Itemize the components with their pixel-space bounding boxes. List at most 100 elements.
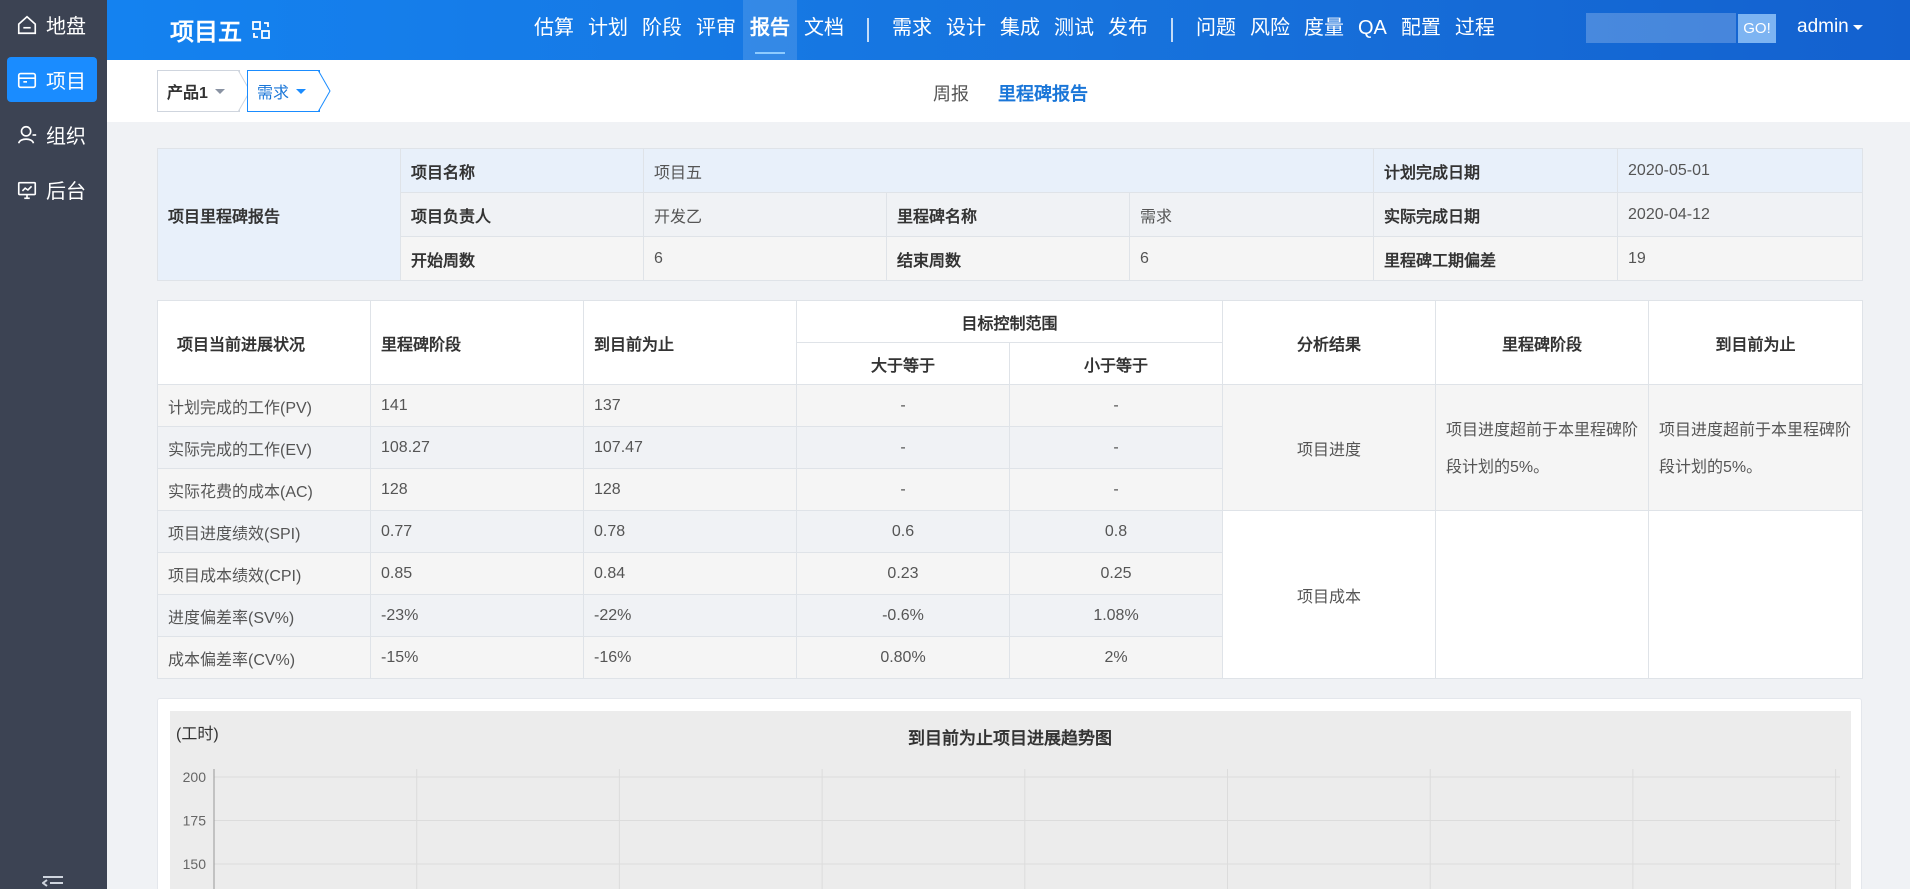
sidebar-item-project[interactable]: 项目 [7,57,97,102]
trend-chart-area: 200 175 150 (工时) 到目前为止项目进展趋势图 [170,711,1851,889]
chevron-down-icon [296,88,307,94]
table-row: 项目进度绩效(SPI) 0.77 0.78 0.6 0.8 项目成本 [157,510,1864,679]
metric-lte: - [1008,384,1224,427]
user-menu[interactable]: admin [1797,16,1863,38]
metric-name: 实际完成的工作(EV) [157,426,371,469]
progress-status-table: 项目当前进展状况 里程碑阶段 到目前为止 目标控制范围 分析结果 里程碑阶段 到… [157,300,1864,679]
plan-finish-value: 2020-05-01 [1617,148,1864,193]
header-target-range: 目标控制范围 [795,300,1224,343]
metric-gte: - [796,426,1010,469]
owner-label: 项目负责人 [400,192,644,237]
main-nav: 估算 计划 阶段 评审 报告 文档 需求 设计 集成 测试 发布 问题 风险 度… [527,0,1502,60]
metric-lte: 0.25 [1008,552,1224,595]
chevron-down-icon [214,88,225,94]
switch-project-icon[interactable] [252,20,270,39]
start-week-label: 开始周数 [400,236,644,281]
metric-gte: -0.6% [796,594,1010,637]
analysis-cost: 项目成本 [1222,510,1437,679]
sidebar-item-organization[interactable]: 组织 [7,112,97,157]
metric-to-date: 128 [583,468,797,511]
sidebar: 地盘 项目 组织 后台 [0,0,107,889]
metric-stage: 128 [370,468,584,511]
plan-finish-label: 计划完成日期 [1373,148,1619,193]
section-label: 项目里程碑报告 [157,148,401,281]
header-to-date: 到目前为止 [583,300,797,385]
breadcrumb-product[interactable]: 产品1 [157,70,251,112]
metric-name: 计划完成的工作(PV) [157,384,371,427]
y-tick-label: 175 [183,813,207,829]
nav-qa[interactable]: QA [1351,0,1394,60]
metric-name: 成本偏差率(CV%) [157,636,371,679]
metric-gte: 0.6 [796,510,1010,553]
top-header: 项目五 估算 计划 阶段 评审 报告 文档 需求 设计 集成 测试 发布 问题 … [107,0,1910,60]
sub-header: 产品1 需求 周报 里程碑报告 [107,60,1910,122]
metric-gte: 0.23 [796,552,1010,595]
y-tick-label: 150 [183,856,207,872]
nav-estimate[interactable]: 估算 [527,0,581,60]
nav-issues[interactable]: 问题 [1189,0,1243,60]
nav-review[interactable]: 评审 [689,0,743,60]
header-gte: 大于等于 [796,342,1010,385]
home-icon [17,15,37,34]
sidebar-item-dashboard[interactable]: 地盘 [7,2,97,47]
nav-process[interactable]: 过程 [1448,0,1502,60]
schedule-to-date-result: 项目进度超前于本里程碑阶段计划的5%。 [1648,384,1864,511]
sidebar-item-label: 地盘 [46,16,86,38]
nav-config[interactable]: 配置 [1394,0,1448,60]
breadcrumb-arrow-icon [318,70,331,112]
breadcrumb-product-label: 产品1 [167,85,208,102]
metric-gte: 0.80% [796,636,1010,679]
actual-finish-label: 实际完成日期 [1373,192,1619,237]
project-icon [17,72,37,88]
collapse-menu-icon[interactable] [42,874,64,889]
cost-stage-result [1435,510,1650,679]
metric-lte: - [1008,426,1224,469]
y-tick-label: 200 [183,769,207,785]
nav-release[interactable]: 发布 [1101,0,1155,60]
nav-divider [1171,18,1173,42]
metric-name: 项目进度绩效(SPI) [157,510,371,553]
metric-to-date: 0.78 [583,510,797,553]
metric-lte: 2% [1008,636,1224,679]
y-axis-label: (工时) [176,725,219,743]
metric-lte: 0.8 [1008,510,1224,553]
sidebar-item-admin[interactable]: 后台 [7,167,97,212]
metric-to-date: -16% [583,636,797,679]
metric-gte: - [796,384,1010,427]
metric-stage: -23% [370,594,584,637]
nav-stage[interactable]: 阶段 [635,0,689,60]
milestone-name-value: 需求 [1128,192,1375,237]
breadcrumb-stage[interactable]: 需求 [247,70,331,112]
trend-chart: 200 175 150 (工时) 到目前为止项目进展趋势图 [176,725,1840,889]
metric-gte: - [796,468,1010,511]
project-name-label: 项目名称 [400,148,644,193]
metric-to-date: -22% [583,594,797,637]
project-title: 项目五 [170,12,270,47]
nav-requirements[interactable]: 需求 [885,0,939,60]
search-input[interactable] [1586,13,1736,43]
nav-docs[interactable]: 文档 [797,0,851,60]
end-week-label: 结束周数 [886,236,1130,281]
metric-stage: 108.27 [370,426,584,469]
nav-integration[interactable]: 集成 [993,0,1047,60]
nav-metrics[interactable]: 度量 [1297,0,1351,60]
header-lte: 小于等于 [1008,342,1224,385]
nav-design[interactable]: 设计 [939,0,993,60]
metric-name: 进度偏差率(SV%) [157,594,371,637]
end-week-value: 6 [1128,236,1375,281]
nav-report[interactable]: 报告 [743,0,797,60]
milestone-name-label: 里程碑名称 [886,192,1130,237]
metric-stage: 0.77 [370,510,584,553]
metric-lte: 1.08% [1008,594,1224,637]
nav-testing[interactable]: 测试 [1047,0,1101,60]
nav-plan[interactable]: 计划 [581,0,635,60]
search-go-button[interactable]: GO! [1738,14,1776,43]
metric-to-date: 0.84 [583,552,797,595]
sidebar-item-label: 后台 [46,181,86,203]
header-analysis: 分析结果 [1222,300,1437,385]
tab-milestone-report[interactable]: 里程碑报告 [998,80,1088,106]
tab-weekly-report[interactable]: 周报 [933,80,969,106]
metric-to-date: 137 [583,384,797,427]
metric-stage: -15% [370,636,584,679]
nav-risks[interactable]: 风险 [1243,0,1297,60]
